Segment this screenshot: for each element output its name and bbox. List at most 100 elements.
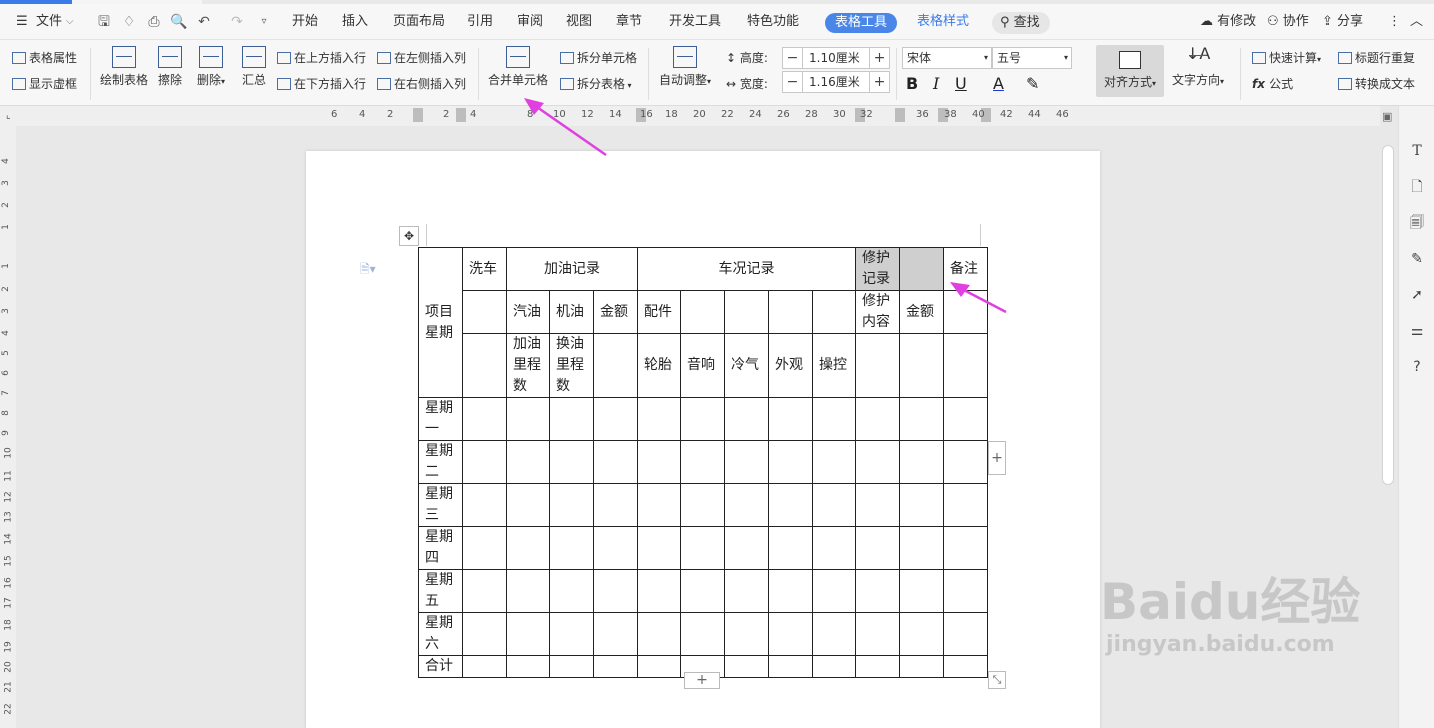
header-car-status[interactable]: 车况记录 <box>637 247 856 291</box>
split-cells-button[interactable]: 拆分单元格 <box>560 50 637 66</box>
table-cell[interactable] <box>549 569 594 613</box>
chevron-down-icon[interactable]: ⌵ <box>66 4 74 40</box>
sliders-icon[interactable]: ⚌ <box>1409 323 1425 339</box>
delete-button[interactable]: 删除▾ <box>197 46 225 90</box>
format-painter-icon[interactable]: ♢ <box>120 13 138 31</box>
width-decrease-button[interactable]: − <box>783 72 803 92</box>
table-cell[interactable] <box>680 440 725 484</box>
table-cell[interactable] <box>680 397 725 441</box>
table-cell[interactable] <box>549 612 594 656</box>
header-fuel-record[interactable]: 加油记录 <box>506 247 638 291</box>
pen-icon[interactable]: ✎ <box>1409 251 1425 267</box>
table-cell[interactable] <box>462 526 507 570</box>
table-cell[interactable] <box>637 612 681 656</box>
table-cell[interactable] <box>637 526 681 570</box>
help-icon[interactable]: ? <box>1409 359 1425 375</box>
split-table-button[interactable]: 拆分表格 ▾ <box>560 76 632 94</box>
font-size-select[interactable]: 五号 ▾ <box>992 47 1072 69</box>
table-cell[interactable] <box>724 526 769 570</box>
table-cell[interactable] <box>855 612 900 656</box>
table-cell[interactable] <box>637 397 681 441</box>
customize-icon[interactable]: ▿ <box>255 13 273 31</box>
tab-developer[interactable]: 开发工具 <box>669 4 721 40</box>
table-cell[interactable] <box>812 526 856 570</box>
header-parts[interactable]: 配件 <box>637 290 681 334</box>
header-tire[interactable]: 轮胎 <box>637 333 681 398</box>
header-gasoline[interactable]: 汽油 <box>506 290 550 334</box>
table-cell[interactable] <box>680 290 725 334</box>
ruler-marker[interactable] <box>413 108 423 122</box>
table-cell[interactable] <box>549 526 594 570</box>
table-cell[interactable] <box>593 483 638 527</box>
header-ac[interactable]: 冷气 <box>724 333 769 398</box>
print-preview-icon[interactable]: 🔍 <box>170 13 188 31</box>
table-cell[interactable] <box>768 655 813 678</box>
to-text-button[interactable]: 转换成文本 <box>1338 76 1415 92</box>
font-name-select[interactable]: 宋体 ▾ <box>902 47 992 69</box>
ruler-toggle-icon[interactable]: ▣ <box>1382 110 1392 123</box>
header-oil-change-mileage[interactable]: 换油里程数 <box>549 333 594 398</box>
table-cell[interactable] <box>462 569 507 613</box>
header-exterior[interactable]: 外观 <box>768 333 813 398</box>
selected-empty-cell[interactable] <box>899 247 944 291</box>
table-cell[interactable] <box>593 333 638 398</box>
header-audio[interactable]: 音响 <box>680 333 725 398</box>
tab-insert[interactable]: 插入 <box>342 4 368 40</box>
table-cell[interactable] <box>855 655 900 678</box>
quick-calc-button[interactable]: 快速计算▾ <box>1252 50 1321 68</box>
table-cell[interactable] <box>768 440 813 484</box>
cursor-icon[interactable]: ➚ <box>1409 287 1425 303</box>
table-cell[interactable] <box>899 655 944 678</box>
table-cell[interactable] <box>680 483 725 527</box>
table-cell[interactable] <box>768 290 813 334</box>
width-value[interactable]: 1.16厘米 <box>809 72 860 92</box>
erase-button[interactable]: 擦除 <box>158 46 182 88</box>
highlight-icon[interactable]: ✎ <box>1026 74 1039 94</box>
table-cell[interactable] <box>812 290 856 334</box>
table-cell[interactable] <box>724 655 769 678</box>
text-style-icon[interactable]: T <box>1409 143 1425 159</box>
table-cell[interactable] <box>899 333 944 398</box>
table-cell[interactable] <box>943 655 988 678</box>
table-cell[interactable] <box>506 612 550 656</box>
table-cell[interactable] <box>768 397 813 441</box>
day-label[interactable]: 星期二 <box>418 440 463 484</box>
table-cell[interactable] <box>506 440 550 484</box>
day-label[interactable]: 星期五 <box>418 569 463 613</box>
vertical-scrollbar[interactable] <box>1382 145 1394 485</box>
width-field[interactable]: − 1.16厘米 + <box>782 71 890 93</box>
more-icon[interactable]: ⋮ <box>1388 4 1401 40</box>
tab-special[interactable]: 特色功能 <box>747 4 799 40</box>
table-cell[interactable] <box>462 440 507 484</box>
bold-button[interactable]: B <box>906 74 918 94</box>
header-engine-oil[interactable]: 机油 <box>549 290 594 334</box>
table-cell[interactable] <box>899 440 944 484</box>
insert-above-button[interactable]: 在上方插入行 <box>277 50 366 66</box>
day-label[interactable]: 星期四 <box>418 526 463 570</box>
header-control[interactable]: 操控 <box>812 333 856 398</box>
tab-home[interactable]: 开始 <box>292 4 318 40</box>
table-cell[interactable] <box>637 483 681 527</box>
table-cell[interactable] <box>724 612 769 656</box>
tab-page-layout[interactable]: 页面布局 <box>393 4 445 40</box>
paragraph-options-icon[interactable]: 🗎▾ <box>360 260 376 281</box>
vertical-ruler[interactable]: 4 3 2 1 1 2 3 4 5 6 7 8 9 10 11 12 13 14… <box>0 126 16 728</box>
header-fuel-mileage[interactable]: 加油里程数 <box>506 333 550 398</box>
file-menu[interactable]: 文件 <box>36 4 62 40</box>
table-cell[interactable] <box>462 397 507 441</box>
table-cell[interactable] <box>593 655 638 678</box>
tab-chapter[interactable]: 章节 <box>616 4 642 40</box>
changes-button[interactable]: ☁ 有修改 <box>1200 4 1256 40</box>
hamburger-icon[interactable]: ☰ <box>16 4 28 40</box>
insert-right-button[interactable]: 在右侧插入列 <box>377 76 466 92</box>
table-move-handle-icon[interactable]: ✥ <box>399 226 419 246</box>
search-box[interactable]: ⚲ 查找 <box>992 12 1050 34</box>
table-cell[interactable] <box>462 483 507 527</box>
table-cell[interactable] <box>593 612 638 656</box>
tab-stop-icon[interactable]: ⌞ <box>6 110 11 121</box>
table-cell[interactable] <box>506 483 550 527</box>
table-cell[interactable] <box>680 612 725 656</box>
table-cell[interactable] <box>593 569 638 613</box>
table-cell[interactable] <box>549 655 594 678</box>
table-cell[interactable] <box>637 569 681 613</box>
